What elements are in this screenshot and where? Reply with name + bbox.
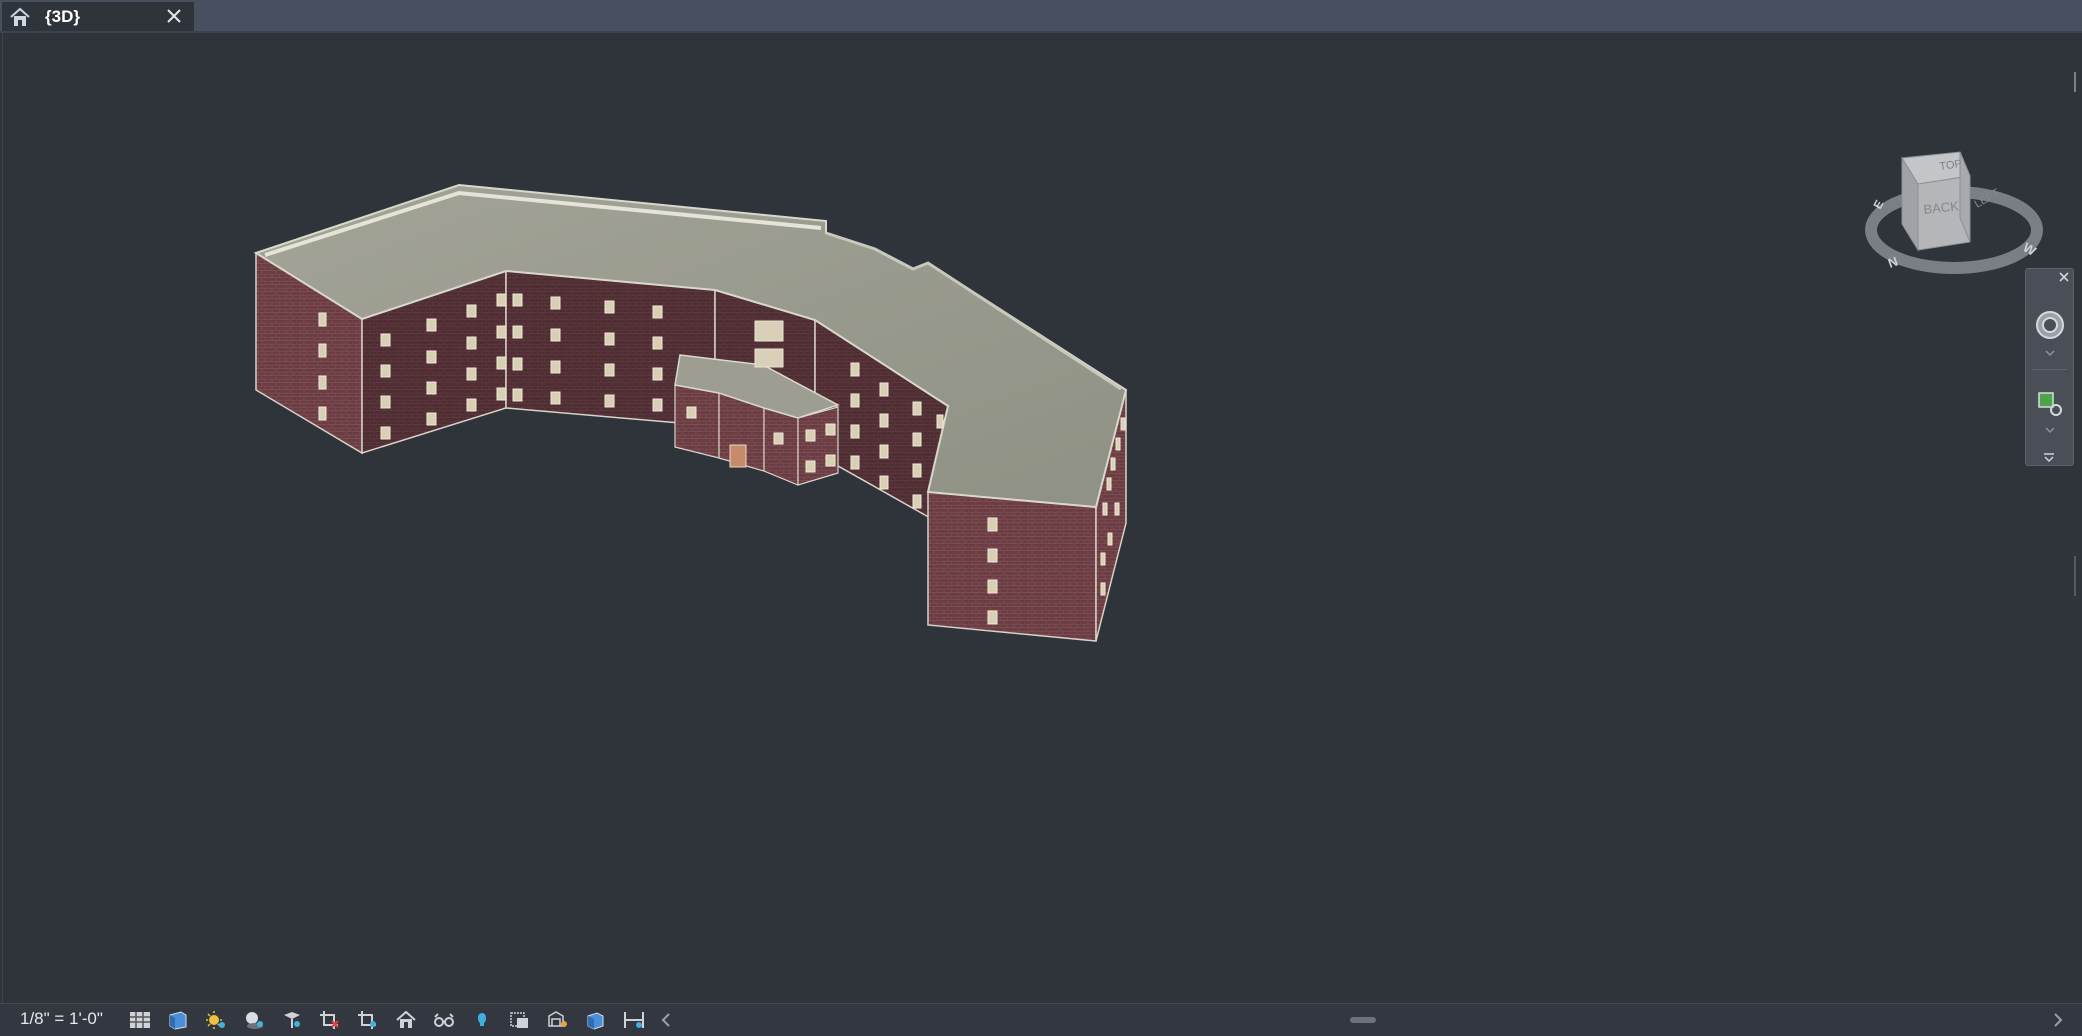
view-tab-3d[interactable]: {3D} <box>2 2 194 31</box>
view-tab-bar: {3D} <box>0 0 2082 33</box>
close-icon[interactable] <box>162 4 186 28</box>
zoom-region-icon[interactable] <box>2036 390 2064 418</box>
reveal-hidden-icon[interactable] <box>469 1008 495 1032</box>
unlock-3d-view-icon[interactable] <box>393 1008 419 1032</box>
home-icon[interactable] <box>7 4 33 30</box>
viewport-scroll-edge[interactable] <box>2073 66 2077 1036</box>
detail-level-icon[interactable] <box>127 1008 153 1032</box>
shadows-icon[interactable] <box>241 1008 267 1032</box>
viewcube[interactable]: TOP BACK LEFT N W E <box>1858 138 2048 288</box>
scroll-right-icon[interactable] <box>2052 1011 2064 1029</box>
sun-path-icon[interactable] <box>203 1008 229 1032</box>
render-icon[interactable] <box>279 1008 305 1032</box>
highlight-displacement-icon[interactable] <box>545 1008 571 1032</box>
reveal-constraints-icon[interactable] <box>583 1008 609 1032</box>
analytical-model-icon[interactable] <box>507 1008 533 1032</box>
chevron-down-icon[interactable] <box>2044 426 2056 434</box>
temporary-hide-icon[interactable] <box>431 1008 457 1032</box>
horizontal-scroll-thumb[interactable] <box>1350 1017 1376 1023</box>
worksharing-display-icon[interactable] <box>621 1008 647 1032</box>
view-scale[interactable]: 1/8" = 1'-0" <box>20 1009 103 1029</box>
navigation-bar <box>2025 268 2074 466</box>
navbar-customize-icon[interactable] <box>2042 452 2056 462</box>
navigation-wheel-icon[interactable] <box>2034 309 2066 341</box>
visual-style-icon[interactable] <box>165 1008 191 1032</box>
entrance-door <box>729 444 747 468</box>
3d-viewport[interactable]: TOP BACK LEFT N W E <box>2 33 2079 1026</box>
building-model[interactable] <box>3 33 2079 1003</box>
chevron-down-icon[interactable] <box>2044 349 2056 357</box>
right-wing-end-wall <box>927 491 1097 642</box>
crop-view-icon[interactable] <box>317 1008 343 1032</box>
show-crop-region-icon[interactable] <box>355 1008 381 1032</box>
view-tab-title: {3D} <box>45 6 80 26</box>
view-control-bar: 1/8" = 1'-0" <box>0 1003 2082 1036</box>
navbar-close-icon[interactable] <box>2058 271 2070 283</box>
scroll-left-icon[interactable] <box>660 1011 672 1029</box>
